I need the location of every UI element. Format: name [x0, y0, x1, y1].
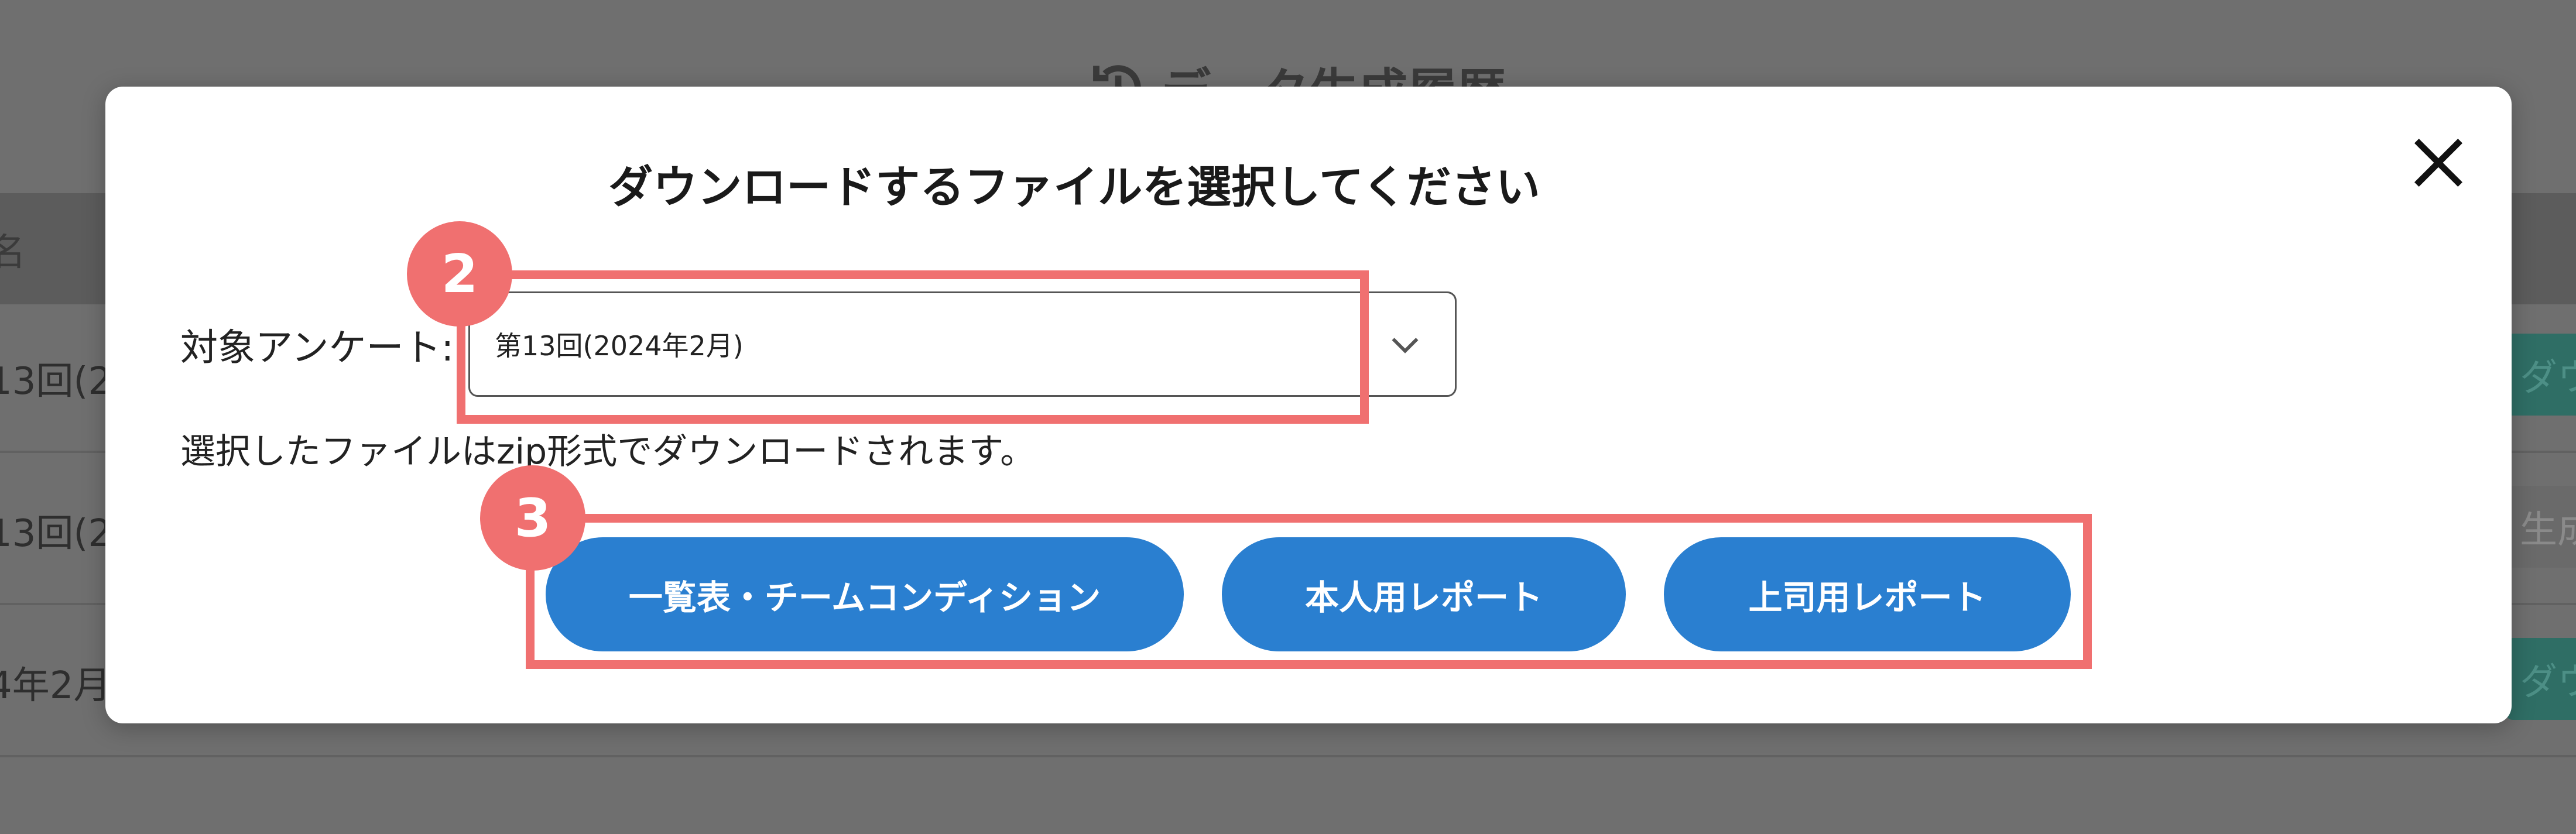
row-divider [0, 755, 2576, 757]
download-boss-report-button[interactable]: 上司用レポート [1664, 537, 2071, 651]
survey-select-value: 第13回(2024年2月) [495, 330, 744, 362]
table-row-cell: 13回(2 [0, 360, 112, 403]
table-row-generate-button[interactable]: 生成 [2506, 486, 2576, 568]
close-button[interactable] [2406, 131, 2471, 195]
download-self-report-button[interactable]: 本人用レポート [1222, 537, 1626, 651]
table-row-cell: 13回(2 [0, 512, 112, 555]
survey-select[interactable]: 第13回(2024年2月) [468, 291, 1457, 397]
table-row-cell: 4年2月 [0, 664, 111, 708]
table-row-download-button[interactable]: ダウ [2506, 334, 2576, 416]
survey-label: 対象アンケート: [180, 327, 454, 370]
annotation-badge-2: 2 [407, 221, 512, 327]
annotation-badge-3: 3 [480, 465, 585, 571]
modal-title: ダウンロードするファイルを選択してください [608, 161, 1540, 213]
close-icon [2414, 139, 2462, 187]
download-list-button[interactable]: 一覧表・チームコンディション [546, 537, 1184, 651]
table-row-download-button[interactable]: ダウ [2506, 638, 2576, 720]
table-header-text: 名 [0, 231, 26, 274]
chevron-down-icon [1392, 338, 1419, 353]
zip-format-note: 選択したファイルはzip形式でダウンロードされます。 [180, 431, 1036, 472]
download-modal: ダウンロードするファイルを選択してください 対象アンケート: 第13回(2024… [105, 87, 2512, 723]
